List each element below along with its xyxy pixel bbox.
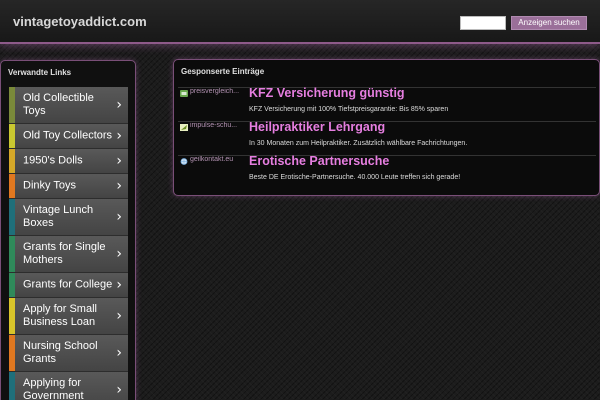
related-link-label: Applying for Government	[23, 377, 84, 400]
related-link-item[interactable]: Nursing School Grants ›	[9, 335, 128, 372]
related-link-label: Apply for Small Business Loan	[23, 303, 97, 328]
link-color-bar	[9, 124, 15, 148]
related-link-label: Old Collectible Toys	[23, 92, 94, 117]
related-link-label: Old Toy Collectors	[23, 129, 113, 142]
header-bar: vintagetoyaddict.com Anzeigen suchen	[0, 0, 600, 44]
ad-domain[interactable]: impulse-schu...	[190, 122, 248, 129]
sponsored-listings-panel: Gesponserte Einträge preisvergleich... K…	[173, 59, 600, 196]
related-link-label: Grants for College	[23, 278, 113, 291]
related-links-title: Verwandte Links	[8, 68, 72, 77]
link-color-bar	[9, 87, 15, 123]
related-link-item[interactable]: Dinky Toys ›	[9, 174, 128, 199]
chevron-right-icon: ›	[116, 246, 122, 262]
related-link-label: Nursing School Grants	[23, 340, 98, 365]
related-link-label: 1950's Dolls	[23, 154, 83, 167]
chevron-right-icon: ›	[116, 277, 122, 293]
ad-listing[interactable]: impulse-schu... Heilpraktiker Lehrgang I…	[178, 120, 596, 154]
related-link-item[interactable]: Old Toy Collectors ›	[9, 124, 128, 149]
related-link-label: Vintage Lunch Boxes	[23, 204, 94, 229]
link-color-bar	[9, 236, 15, 272]
ad-domain[interactable]: preisvergleich...	[190, 88, 248, 95]
link-color-bar	[9, 335, 15, 371]
related-links-panel: Verwandte Links Old Collectible Toys › O…	[0, 60, 136, 400]
related-link-item[interactable]: Apply for Small Business Loan ›	[9, 298, 128, 335]
chevron-right-icon: ›	[116, 382, 122, 398]
chevron-right-icon: ›	[116, 128, 122, 144]
ad-description: KFZ Versicherung mit 100% Tiefstpreisgar…	[249, 106, 449, 113]
globe-icon	[180, 158, 188, 165]
ad-listing[interactable]: preisvergleich... KFZ Versicherung günst…	[178, 86, 596, 120]
ad-headline-link[interactable]: Heilpraktiker Lehrgang	[249, 120, 385, 134]
related-link-label: Dinky Toys	[23, 179, 76, 192]
related-link-item[interactable]: Old Collectible Toys ›	[9, 87, 128, 124]
related-links-list: Old Collectible Toys › Old Toy Collector…	[9, 87, 128, 400]
ad-headline-link[interactable]: KFZ Versicherung günstig	[249, 86, 405, 100]
link-color-bar	[9, 149, 15, 173]
chevron-right-icon: ›	[116, 97, 122, 113]
related-link-item[interactable]: Grants for College ›	[9, 273, 128, 298]
link-color-bar	[9, 174, 15, 198]
ad-listing[interactable]: geilkontakt.eu Erotische Partnersuche Be…	[178, 154, 596, 188]
link-color-bar	[9, 298, 15, 334]
search-input[interactable]	[460, 16, 506, 30]
ad-domain[interactable]: geilkontakt.eu	[190, 156, 248, 163]
price-tag-icon	[180, 90, 188, 97]
ad-description: In 30 Monaten zum Heilpraktiker. Zusätzl…	[249, 140, 468, 147]
related-link-item[interactable]: Applying for Government ›	[9, 372, 128, 400]
related-link-item[interactable]: Grants for Single Mothers ›	[9, 236, 128, 273]
chevron-right-icon: ›	[116, 178, 122, 194]
ad-description: Beste DE Erotische-Partnersuche. 40.000 …	[249, 174, 461, 181]
site-title[interactable]: vintagetoyaddict.com	[13, 14, 147, 29]
link-color-bar	[9, 199, 15, 235]
related-link-label: Grants for Single Mothers	[23, 241, 106, 266]
leaf-icon	[180, 124, 188, 131]
link-color-bar	[9, 372, 15, 400]
sponsored-listings-title: Gesponserte Einträge	[181, 67, 265, 76]
chevron-right-icon: ›	[116, 308, 122, 324]
chevron-right-icon: ›	[116, 153, 122, 169]
ad-headline-link[interactable]: Erotische Partnersuche	[249, 154, 389, 168]
related-link-item[interactable]: 1950's Dolls ›	[9, 149, 128, 174]
search-button[interactable]: Anzeigen suchen	[511, 16, 587, 30]
chevron-right-icon: ›	[116, 345, 122, 361]
chevron-right-icon: ›	[116, 209, 122, 225]
related-link-item[interactable]: Vintage Lunch Boxes ›	[9, 199, 128, 236]
link-color-bar	[9, 273, 15, 297]
